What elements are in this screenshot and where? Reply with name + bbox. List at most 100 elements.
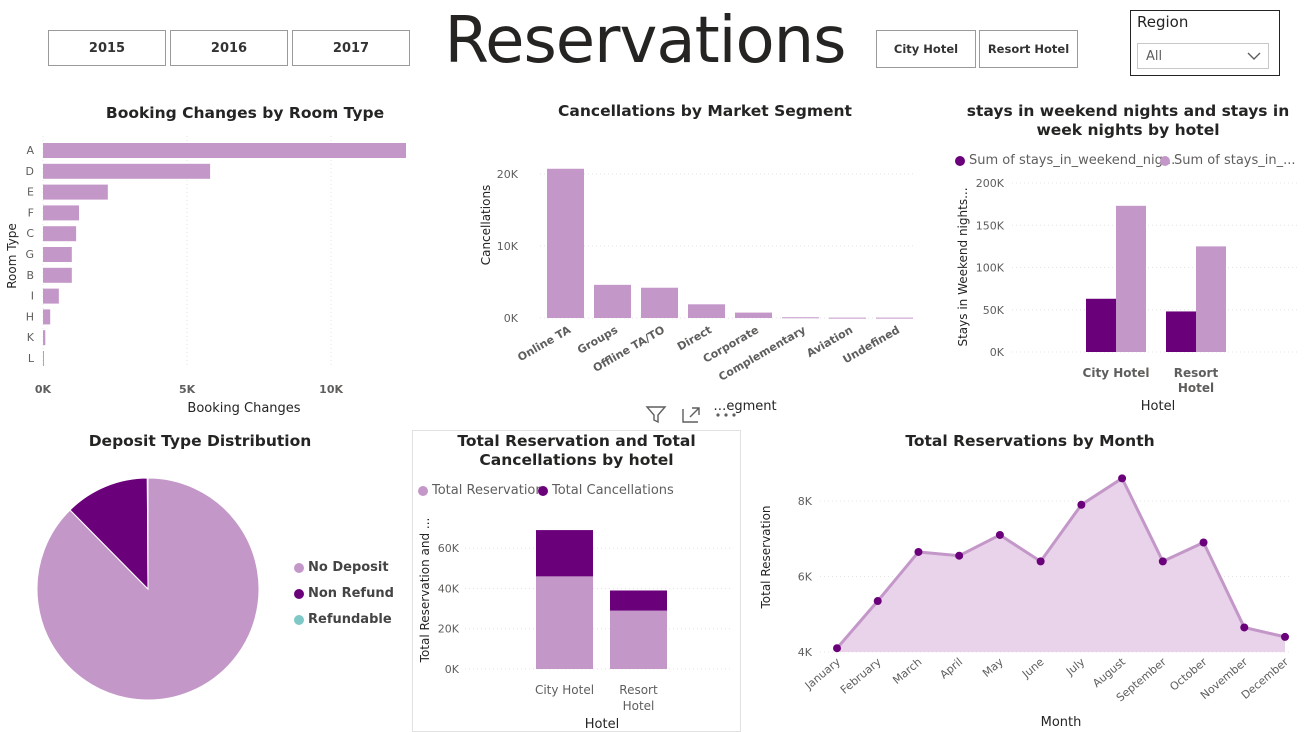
bar-aviation — [829, 317, 866, 319]
point-october — [1199, 538, 1208, 547]
point-september — [1158, 557, 1167, 566]
region-dropdown[interactable]: All — [1137, 43, 1269, 69]
point-march — [914, 547, 923, 556]
x-tick-label: Hotel — [1178, 381, 1214, 395]
resort-hotel-button[interactable]: Resort Hotel — [979, 30, 1078, 68]
y-tick-label: 0K — [990, 346, 1005, 359]
x-tick-label: Resort — [1174, 366, 1219, 380]
bar-city-hotel-s0 — [1086, 298, 1116, 352]
bar-L — [43, 351, 44, 366]
bar-resort-hotel-s0 — [610, 610, 667, 669]
y-tick-label: 40K — [438, 582, 460, 595]
pie-legend-refundable[interactable]: Refundable — [294, 612, 392, 627]
filter-icon[interactable] — [645, 405, 667, 429]
bar-online-ta — [547, 168, 584, 318]
bar-H — [43, 309, 51, 325]
legend-dot — [538, 485, 548, 496]
x-tick-label: 5K — [179, 383, 196, 396]
y-axis-label: Total Reservation and ... — [418, 518, 432, 664]
legend-dot — [418, 485, 428, 496]
legend-dot — [294, 614, 304, 625]
y-tick-label: 20K — [497, 168, 519, 181]
res-cancel-chart: 0K 20K 40K 60K City Hotel Resort Hotel Hotel Tot… — [418, 518, 733, 732]
x-axis-label: Booking Changes — [187, 401, 300, 416]
y-tick-label: H — [26, 310, 34, 323]
more-options-icon[interactable] — [714, 405, 738, 429]
x-tick-label: July — [1063, 655, 1088, 679]
bar-offline-ta-to — [641, 287, 678, 318]
stays-legend-weekend[interactable]: Sum of stays_in_weekend_nig... — [955, 153, 1175, 168]
chevron-down-icon — [1246, 48, 1262, 68]
month-title: Total Reservations by Month — [905, 432, 1155, 450]
y-tick-label: C — [26, 227, 34, 240]
year-button-2016[interactable]: 2016 — [170, 30, 288, 66]
y-tick-label: 200K — [976, 177, 1005, 190]
bar-complementary — [782, 317, 819, 319]
city-hotel-button[interactable]: City Hotel — [876, 30, 976, 68]
res-legend-cancellations[interactable]: Total Cancellations — [538, 483, 674, 498]
bar-B — [43, 267, 72, 283]
x-tick-label: City Hotel — [1083, 366, 1150, 380]
focus-mode-icon[interactable] — [680, 405, 702, 429]
x-tick-label: April — [937, 655, 965, 681]
bar-C — [43, 226, 77, 242]
stays-legend-week[interactable]: Sum of stays_in_... — [1160, 153, 1296, 168]
point-may — [995, 530, 1004, 539]
bar-resort-hotel-s1 — [1196, 246, 1226, 352]
res-legend-reservation[interactable]: Total Reservation — [418, 483, 544, 498]
x-axis-label: Month — [1041, 715, 1082, 730]
year-button-2015[interactable]: 2015 — [48, 30, 166, 66]
x-axis-label: Hotel — [585, 717, 619, 732]
bar-G — [43, 247, 72, 262]
y-tick-label: L — [28, 352, 35, 365]
y-tick-label: 0K — [504, 312, 519, 325]
booking-changes-title: Booking Changes by Room Type — [105, 104, 385, 122]
bar-E — [43, 184, 108, 200]
y-tick-label: 8K — [798, 495, 813, 508]
deposit-title: Deposit Type Distribution — [88, 432, 312, 450]
point-february — [873, 597, 882, 606]
deposit-pie-chart — [36, 477, 260, 701]
region-slicer: Region All — [1130, 10, 1280, 76]
y-tick-label: K — [27, 331, 35, 344]
bar-city-hotel-s0 — [536, 576, 593, 669]
point-december — [1281, 632, 1289, 641]
booking-changes-chart: 0K 5K 10K ADEFCGBIHKL Booking Changes Room Ty… — [5, 136, 406, 416]
point-april — [955, 551, 964, 560]
month-chart: 4K6K8KJanuaryFebruary March April May June Ju… — [759, 474, 1291, 730]
bar-resort-hotel-s1 — [610, 590, 667, 611]
region-selected-value: All — [1146, 48, 1163, 64]
y-tick-label: 150K — [976, 219, 1005, 232]
y-axis-label: Cancellations — [479, 185, 493, 266]
legend-label: Non Refund — [308, 586, 394, 601]
legend-label: Sum of stays_in_... — [1174, 153, 1296, 168]
res-cancel-title: Total Reservation and Total Cancellation… — [457, 432, 696, 469]
legend-label: Total Cancellations — [552, 483, 674, 498]
bar-city-hotel-s1 — [536, 530, 593, 577]
point-july — [1077, 500, 1086, 509]
y-tick-label: A — [26, 144, 34, 157]
legend-label: Sum of stays_in_weekend_nig... — [969, 153, 1176, 168]
point-january — [833, 644, 841, 653]
y-tick-label: 20K — [438, 623, 460, 636]
point-august — [1118, 474, 1127, 483]
point-november — [1240, 623, 1249, 632]
bar-D — [43, 163, 211, 179]
bar-resort-hotel-s0 — [1166, 311, 1196, 352]
year-button-2017[interactable]: 2017 — [292, 30, 410, 66]
x-tick-label: 10K — [319, 383, 343, 396]
legend-dot — [294, 588, 304, 599]
y-tick-label: 50K — [983, 304, 1005, 317]
x-tick-label: February — [838, 655, 884, 697]
pie-legend-non-refund[interactable]: Non Refund — [294, 586, 394, 601]
pie-legend-no-deposit[interactable]: No Deposit — [294, 560, 389, 575]
area-fill — [837, 478, 1285, 652]
legend-label: No Deposit — [308, 560, 389, 575]
stays-chart: 0K50K100K150K200KCity Hotel ResortHotelHo… — [956, 177, 1300, 414]
y-tick-label: I — [31, 290, 34, 303]
cancellations-chart: 0K10K20KOnline TA GroupsOffline TA/TO Dire… — [479, 168, 915, 414]
y-axis-label: Room Type — [5, 223, 19, 289]
x-tick-label: Resort — [619, 683, 658, 697]
point-june — [1036, 557, 1045, 566]
stays-title: stays in weekend nights and stays in wee… — [966, 102, 1290, 139]
